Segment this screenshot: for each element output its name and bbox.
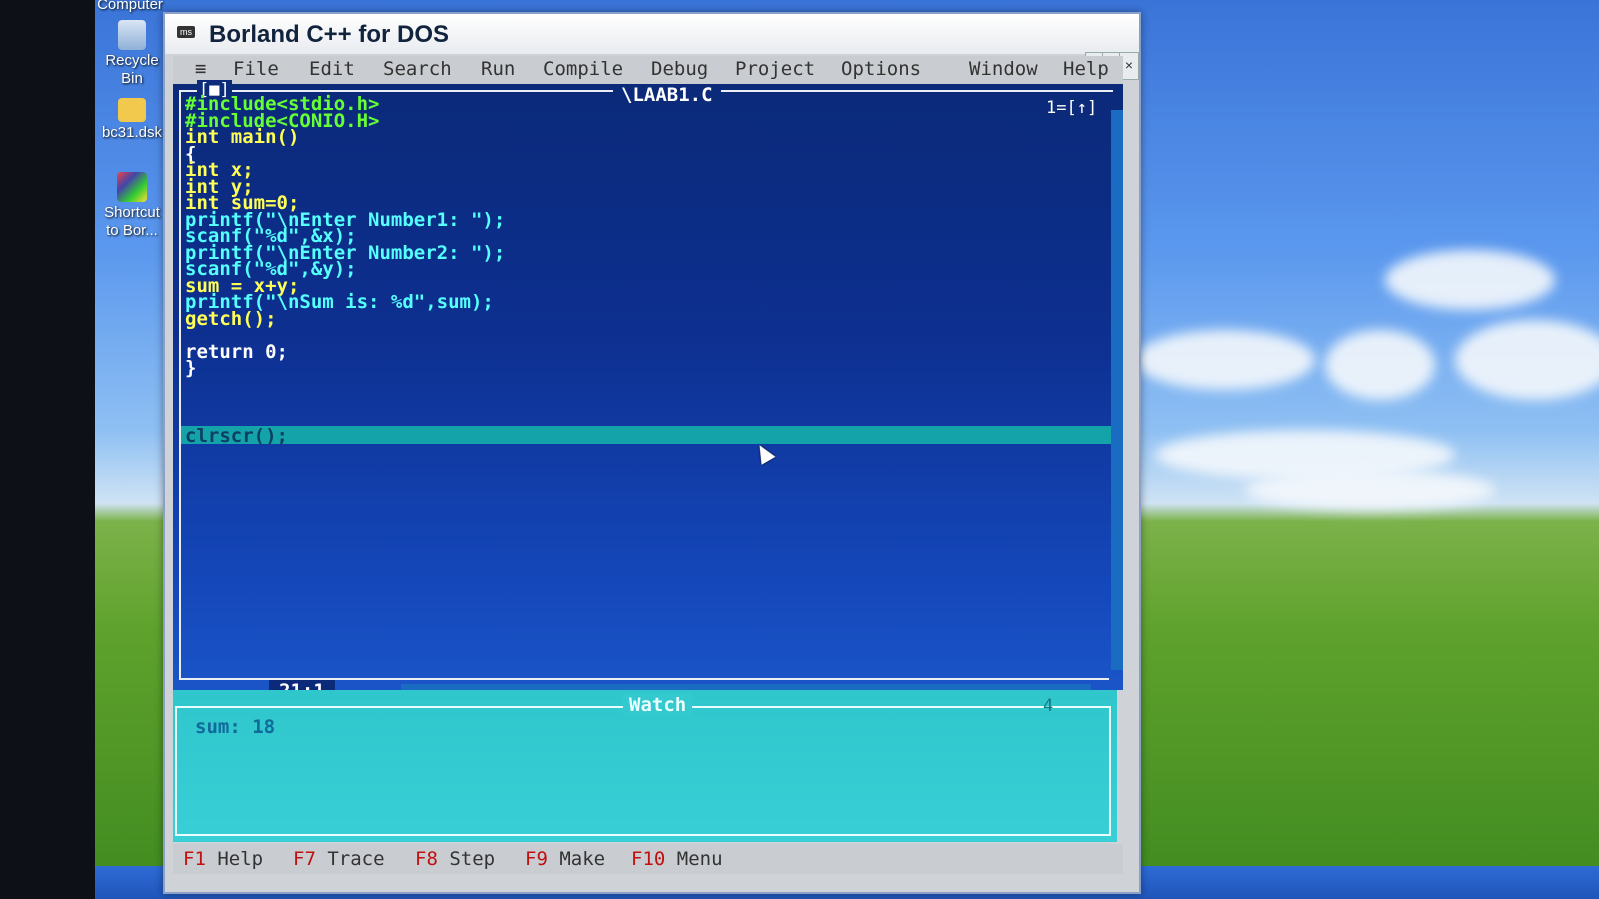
status-label: Make xyxy=(559,848,606,870)
code-line: return 0; xyxy=(185,340,288,363)
function-key: F10 xyxy=(631,848,666,870)
status-item-menu[interactable]: F10 Menu xyxy=(631,848,723,870)
execution-line-code: clrscr(); xyxy=(185,425,288,447)
menu-project[interactable]: Project xyxy=(735,58,815,80)
menu-debug[interactable]: Debug xyxy=(651,58,708,80)
watch-window-number: 4 xyxy=(1043,696,1054,716)
menu-help[interactable]: Help xyxy=(1063,58,1109,80)
status-item-trace[interactable]: F7 Trace xyxy=(293,848,385,870)
menu-compile[interactable]: Compile xyxy=(543,58,623,80)
borland-window: ms Borland C++ for DOS - □ × ≡ File Edit… xyxy=(163,12,1141,894)
desktop-icon-label: bc31.dsk xyxy=(101,124,163,141)
function-key: F1 xyxy=(183,848,206,870)
recycle-bin-icon xyxy=(118,20,146,50)
menu-options[interactable]: Options xyxy=(841,58,921,80)
menu-bar: ≡ File Edit Search Run Compile Debug Pro… xyxy=(173,56,1123,84)
window-title: Borland C++ for DOS xyxy=(209,21,450,48)
status-label: Trace xyxy=(327,848,385,870)
status-label: Menu xyxy=(676,848,723,870)
code-area[interactable]: #include<stdio.h> #include<CONIO.H> int ma… xyxy=(185,95,505,377)
status-item-make[interactable]: F9 Make xyxy=(525,848,605,870)
function-key: F7 xyxy=(293,848,316,870)
editor-window-number[interactable]: 1=[↑] xyxy=(1043,98,1101,118)
dos-app-icon: ms xyxy=(177,26,195,38)
mouse-pointer-icon xyxy=(752,441,776,465)
status-bar: F1 Help F7 Trace F8 Step F9 Make F10 Men… xyxy=(173,844,1123,874)
status-item-help[interactable]: F1 Help xyxy=(183,848,263,870)
watch-title: Watch xyxy=(623,694,693,716)
editor-filename: \LAAB1.C xyxy=(613,84,721,106)
monitor-bezel xyxy=(0,0,95,899)
watch-window[interactable]: Watch 4 sum: 18 xyxy=(173,690,1117,842)
desktop-icon-computer[interactable]: Computer xyxy=(95,0,165,14)
desktop-icon-label: Computer xyxy=(97,0,163,13)
watch-frame xyxy=(175,706,1111,836)
desktop-icon-label: Recycle Bin xyxy=(105,52,159,87)
desktop-icon-shortcut-borland[interactable]: Shortcut to Bor... xyxy=(97,172,167,240)
status-label: Help xyxy=(217,848,264,870)
desktop-icon-bc31[interactable]: bc31.dsk xyxy=(97,98,167,142)
status-label: Step xyxy=(449,848,496,870)
folder-icon xyxy=(118,98,146,122)
menu-edit[interactable]: Edit xyxy=(309,58,355,80)
desktop-icon-label: Shortcut to Bor... xyxy=(104,204,160,239)
menu-run[interactable]: Run xyxy=(481,58,515,80)
function-key: F9 xyxy=(525,848,548,870)
menu-file[interactable]: File xyxy=(233,58,279,80)
execution-line-highlight xyxy=(181,426,1111,444)
ms-dos-icon xyxy=(117,172,147,202)
editor-frame xyxy=(179,90,181,680)
function-key: F8 xyxy=(415,848,438,870)
editor-window[interactable]: [■] \LAAB1.C 1=[↑] #include<stdio.h> #inc… xyxy=(173,80,1123,702)
watch-entry[interactable]: sum: 18 xyxy=(195,716,275,738)
menu-window[interactable]: Window xyxy=(969,58,1038,80)
system-menu-icon[interactable]: ≡ xyxy=(195,58,206,80)
vertical-scrollbar[interactable] xyxy=(1111,110,1123,670)
menu-search[interactable]: Search xyxy=(383,58,452,80)
status-item-step[interactable]: F8 Step xyxy=(415,848,495,870)
desktop-icon-recycle-bin[interactable]: Recycle Bin xyxy=(97,20,167,88)
title-bar[interactable]: ms Borland C++ for DOS xyxy=(165,14,1139,54)
